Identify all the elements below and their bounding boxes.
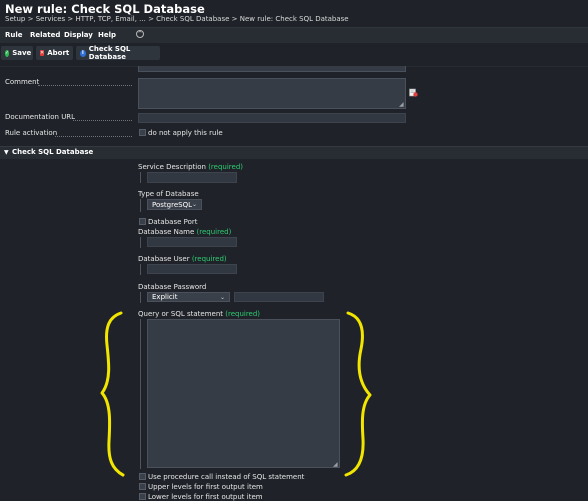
caret-down-icon[interactable]: ▼: [4, 149, 9, 156]
section-title: Check SQL Database: [12, 148, 94, 156]
comment-label: Comment: [5, 78, 40, 86]
comment-textarea[interactable]: [138, 78, 406, 109]
documentation-url-input[interactable]: [138, 113, 406, 123]
database-type-value: PostgreSQL: [152, 200, 192, 209]
rule-activation-label: Rule activation: [5, 129, 58, 137]
use-procedure-checkbox[interactable]: [139, 473, 146, 480]
database-user-input[interactable]: [147, 264, 237, 274]
left-brace: [100, 311, 125, 477]
breadcrumb[interactable]: Setup > Services > HTTP, TCP, Email, ...…: [5, 15, 349, 23]
type-of-database-label: Type of Database: [138, 190, 199, 198]
service-description-input[interactable]: [147, 172, 237, 183]
rule-activation-checkbox[interactable]: [139, 129, 146, 136]
lower-levels-label: Lower levels for first output item: [148, 493, 263, 501]
database-type-select[interactable]: PostgreSQL ⌄: [147, 199, 202, 210]
required-marker: (required): [196, 228, 232, 236]
required-marker: (required): [191, 255, 227, 263]
page-title: New rule: Check SQL Database: [5, 2, 205, 16]
chevron-down-icon: ⌄: [219, 294, 225, 301]
dotted-leader: [55, 136, 132, 137]
database-user-label: Database User (required): [138, 255, 227, 263]
database-user-text: Database User: [138, 255, 190, 263]
rule-activation-option: do not apply this rule: [148, 129, 223, 137]
indent-line: [140, 199, 141, 212]
required-marker: (required): [208, 163, 243, 171]
indent-line: [140, 292, 141, 303]
dotted-leader: [73, 120, 132, 121]
menu-related[interactable]: Related: [30, 31, 60, 39]
indent-line: [140, 264, 141, 275]
abort-button[interactable]: ✕ Abort: [36, 46, 73, 60]
upper-levels-label: Upper levels for first output item: [148, 483, 263, 491]
database-name-input[interactable]: [147, 237, 237, 247]
insert-date-icon[interactable]: [409, 88, 418, 97]
menu-help[interactable]: Help: [98, 31, 116, 39]
close-icon: ✕: [40, 50, 45, 56]
database-port-label: Database Port: [148, 218, 198, 226]
service-description-label: Service Description (required): [138, 163, 243, 171]
service-description-text: Service Description: [138, 163, 206, 171]
description-field[interactable]: [138, 66, 406, 72]
dotted-leader: [38, 85, 132, 86]
check-circle-icon: ✓: [5, 49, 10, 57]
annotation-braces: [100, 311, 372, 477]
save-label: Save: [12, 49, 32, 57]
chevron-down-icon: ⌄: [191, 201, 197, 208]
database-password-label: Database Password: [138, 283, 207, 291]
save-button[interactable]: ✓ Save: [1, 46, 33, 60]
password-input[interactable]: [234, 292, 324, 302]
password-mode-value: Explicit: [152, 293, 178, 301]
upper-levels-checkbox[interactable]: [139, 483, 146, 490]
database-name-label: Database Name (required): [138, 228, 231, 236]
check-sql-database-button[interactable]: i Check SQL Database: [76, 45, 160, 61]
use-procedure-label: Use procedure call instead of SQL statem…: [148, 473, 305, 481]
abort-label: Abort: [47, 49, 70, 57]
menu-display[interactable]: Display: [64, 31, 93, 39]
database-port-checkbox[interactable]: [139, 218, 146, 225]
menu-rule[interactable]: Rule: [5, 31, 23, 39]
right-brace: [344, 311, 372, 477]
chevron-up-icon[interactable]: ^: [136, 30, 144, 38]
password-mode-select[interactable]: Explicit ⌄: [147, 292, 230, 302]
indent-line: [140, 172, 141, 183]
check-label: Check SQL Database: [88, 45, 131, 61]
service-icon: i: [80, 49, 86, 57]
database-name-text: Database Name: [138, 228, 195, 236]
resize-grip-icon[interactable]: ◢: [399, 101, 404, 108]
indent-line: [140, 237, 141, 248]
documentation-url-label: Documentation URL: [5, 113, 76, 121]
